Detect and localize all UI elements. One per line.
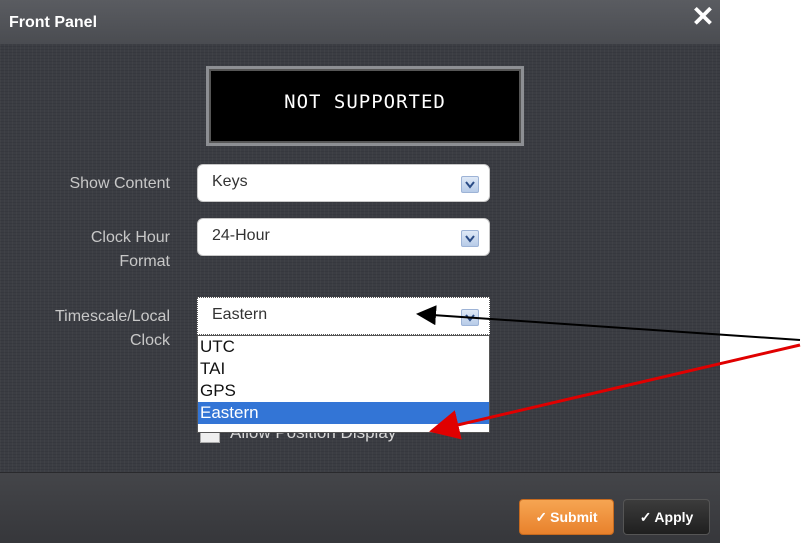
- apply-button[interactable]: ✓ Apply: [623, 499, 710, 535]
- submit-button[interactable]: ✓ Submit: [519, 499, 614, 535]
- option-eastern[interactable]: Eastern: [198, 402, 489, 424]
- clock-hour-format-value: 24-Hour: [212, 227, 270, 244]
- option-tai[interactable]: TAI: [198, 358, 489, 380]
- apply-label: Apply: [654, 509, 694, 525]
- timescale-value: Eastern: [212, 306, 268, 323]
- timescale-dropdown-list: UTC TAI GPS Eastern: [197, 335, 490, 433]
- allow-position-display-label: Allow Position Display: [230, 433, 396, 443]
- chevron-down-icon[interactable]: [461, 176, 479, 193]
- submit-label: Submit: [550, 509, 598, 525]
- allow-position-display-row: Allow Position Display: [197, 433, 457, 445]
- timescale-label-line1: Timescale/Local: [54, 308, 170, 325]
- clock-hour-format-label-line1: Clock Hour: [90, 229, 170, 246]
- close-icon[interactable]: ✕: [688, 2, 718, 32]
- chevron-down-icon[interactable]: [461, 230, 479, 247]
- option-gps[interactable]: GPS: [198, 380, 489, 402]
- checkmark-icon: ✓: [639, 509, 652, 525]
- timescale-label-line2: Clock: [129, 332, 170, 349]
- timescale-select[interactable]: Eastern: [197, 297, 490, 335]
- front-panel-dialog: Front Panel ✕ NOT SUPPORTED Show Content…: [0, 0, 720, 543]
- dialog-title: Front Panel: [9, 14, 98, 31]
- show-content-label: Show Content: [69, 175, 170, 192]
- front-panel-display: NOT SUPPORTED: [206, 66, 524, 146]
- clock-hour-format-select[interactable]: 24-Hour: [197, 218, 490, 256]
- option-utc[interactable]: UTC: [198, 336, 489, 358]
- dialog-titlebar: Front Panel ✕: [0, 0, 720, 44]
- clock-hour-format-label-line2: Format: [119, 253, 170, 270]
- display-text: NOT SUPPORTED: [284, 91, 446, 113]
- allow-position-display-checkbox[interactable]: [200, 433, 220, 443]
- checkmark-icon: ✓: [535, 509, 548, 525]
- clock-hour-format-label: Clock Hour Format: [40, 226, 170, 274]
- show-content-value: Keys: [212, 173, 248, 190]
- show-content-select[interactable]: Keys: [197, 164, 490, 202]
- chevron-down-icon[interactable]: [461, 309, 479, 326]
- timescale-label: Timescale/Local Clock: [20, 305, 170, 353]
